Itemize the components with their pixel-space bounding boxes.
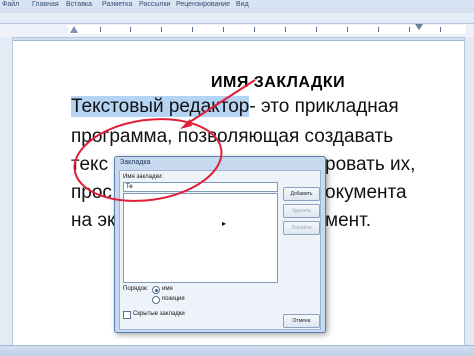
document-line-1: Текстовый редактор- это прикладная xyxy=(71,96,399,118)
tab-home[interactable]: Главная xyxy=(32,1,59,8)
hidden-bookmarks-checkbox[interactable] xyxy=(123,311,131,319)
ruler-tick xyxy=(161,27,162,32)
bookmark-name-input[interactable]: Те xyxy=(123,182,278,192)
indent-marker[interactable] xyxy=(70,26,78,33)
page-heading: ИМЯ ЗАКЛАДКИ xyxy=(211,74,346,91)
ruler-tick xyxy=(100,27,101,32)
document-line-2: программа, позволяющая создавать xyxy=(71,126,394,147)
ruler-tick xyxy=(409,27,410,32)
tab-review[interactable]: Рецензирование xyxy=(176,1,230,8)
tab-file[interactable]: Файл xyxy=(2,1,19,8)
add-button[interactable]: Добавить xyxy=(283,187,320,201)
line-1-rest: - это прикладная xyxy=(249,96,399,117)
ruler-tick xyxy=(254,27,255,32)
mouse-cursor-icon: ▸ xyxy=(222,219,227,228)
dialog-title: Закладка xyxy=(120,159,151,166)
document-line-4-left: прос xyxy=(71,182,112,203)
ruler-text-area xyxy=(68,25,466,34)
ruler-tick xyxy=(347,27,348,32)
document-line-3-right: ровать их, xyxy=(325,154,416,175)
ruler-tick xyxy=(316,27,317,32)
selected-text[interactable]: Текстовый редактор xyxy=(71,96,250,117)
document-line-5-right: мент. xyxy=(325,210,371,231)
document-line-4-right: окумента xyxy=(325,182,407,203)
bookmark-dialog: Закладка Имя закладки: Те ▸ Добавить Уда… xyxy=(114,156,326,333)
sort-name-radio[interactable] xyxy=(152,286,160,294)
bookmark-name-label: Имя закладки: xyxy=(123,174,164,180)
ruler-tick xyxy=(440,27,441,32)
ruler-tick xyxy=(285,27,286,32)
tab-insert[interactable]: Вставка xyxy=(66,1,92,8)
document-line-5-left: на эк xyxy=(71,210,116,231)
tab-view[interactable]: Вид xyxy=(236,1,249,8)
sort-label: Порядок: xyxy=(123,286,149,292)
dialog-body: Имя закладки: Те ▸ Добавить Удалить Пере… xyxy=(119,170,321,330)
tab-stop-marker[interactable] xyxy=(415,24,423,30)
tab-layout[interactable]: Разметка xyxy=(102,1,132,8)
sort-position-radio[interactable] xyxy=(152,296,160,304)
ribbon-tabs: Файл Главная Вставка Разметка Рассылки Р… xyxy=(0,0,474,11)
ruler-tick xyxy=(192,27,193,32)
sort-position-label: позиция xyxy=(162,296,185,302)
status-bar xyxy=(0,345,474,356)
vertical-scrollbar[interactable] xyxy=(464,37,474,345)
delete-button[interactable]: Удалить xyxy=(283,204,320,218)
ruler-tick xyxy=(130,27,131,32)
vertical-ruler xyxy=(0,37,13,347)
tab-mailings[interactable]: Рассылки xyxy=(139,1,170,8)
sort-name-label: имя xyxy=(162,286,173,292)
ruler-tick xyxy=(378,27,379,32)
bookmark-list[interactable]: ▸ xyxy=(123,193,278,283)
hidden-bookmarks-label: Скрытые закладки xyxy=(133,311,185,317)
document-line-3-left: текс xyxy=(71,154,109,175)
goto-button[interactable]: Перейти xyxy=(283,221,320,235)
cancel-button[interactable]: Отмена xyxy=(283,314,320,328)
ruler-tick xyxy=(223,27,224,32)
